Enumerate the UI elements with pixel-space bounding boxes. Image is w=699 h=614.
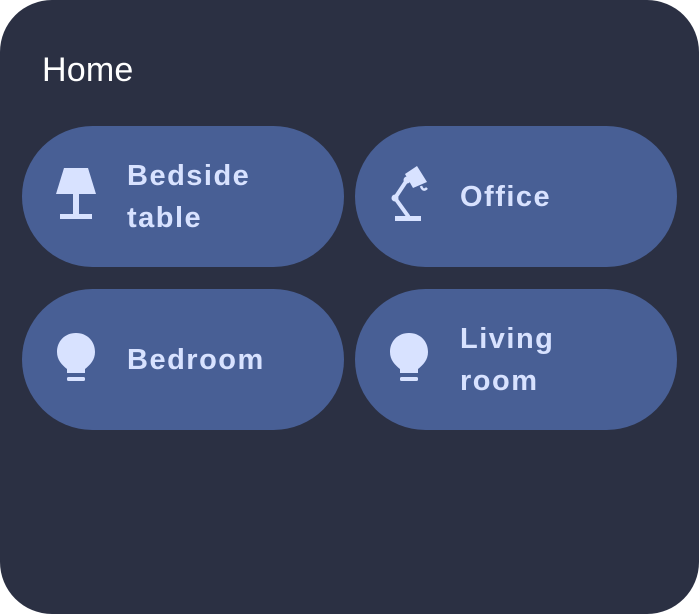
light-bulb-icon <box>54 327 98 389</box>
tile-office[interactable]: Office <box>355 126 677 267</box>
home-widget: Home Bedside table Office Bedroom Living… <box>0 0 699 614</box>
tile-label: Living room <box>460 322 555 397</box>
tile-label: Bedroom <box>127 343 265 376</box>
tile-label: Bedside table <box>127 159 251 234</box>
desk-lamp-icon <box>387 164 431 226</box>
table-lamp-icon <box>54 164 98 226</box>
light-bulb-icon <box>387 327 431 389</box>
widget-title: Home <box>42 51 134 89</box>
tile-label: Office <box>460 180 552 213</box>
tile-bedside-table[interactable]: Bedside table <box>22 126 344 267</box>
tile-living-room[interactable]: Living room <box>355 289 677 430</box>
tile-bedroom[interactable]: Bedroom <box>22 289 344 430</box>
